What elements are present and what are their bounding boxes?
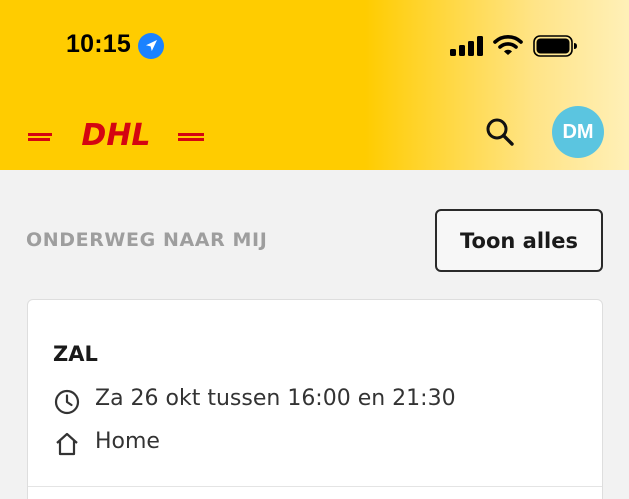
shipment-destination: Home — [95, 429, 160, 454]
shipment-delivery-time: Za 26 okt tussen 16:00 en 21:30 — [95, 386, 456, 411]
wifi-icon — [493, 35, 523, 55]
section-title: ONDERWEG NAAR MIJ — [26, 229, 268, 251]
status-bar: 10:15 — [0, 0, 629, 90]
battery-icon — [533, 35, 577, 57]
home-icon — [56, 432, 78, 456]
card-divider — [28, 486, 602, 487]
app-header: 10:15 DHL DM — [0, 0, 629, 170]
location-arrow-icon — [138, 33, 164, 59]
search-icon[interactable] — [484, 116, 516, 148]
shipment-card[interactable]: ZAL Za 26 okt tussen 16:00 en 21:30 Home — [27, 299, 603, 499]
signal-icon — [450, 36, 483, 56]
status-time: 10:15 — [66, 30, 131, 58]
dhl-logo: DHL — [28, 118, 204, 148]
logo-wordmark: DHL — [81, 118, 150, 148]
shipment-shipper: ZAL — [53, 342, 98, 366]
user-avatar[interactable]: DM — [552, 106, 604, 158]
clock-icon — [54, 389, 80, 415]
show-all-button[interactable]: Toon alles — [435, 209, 603, 272]
